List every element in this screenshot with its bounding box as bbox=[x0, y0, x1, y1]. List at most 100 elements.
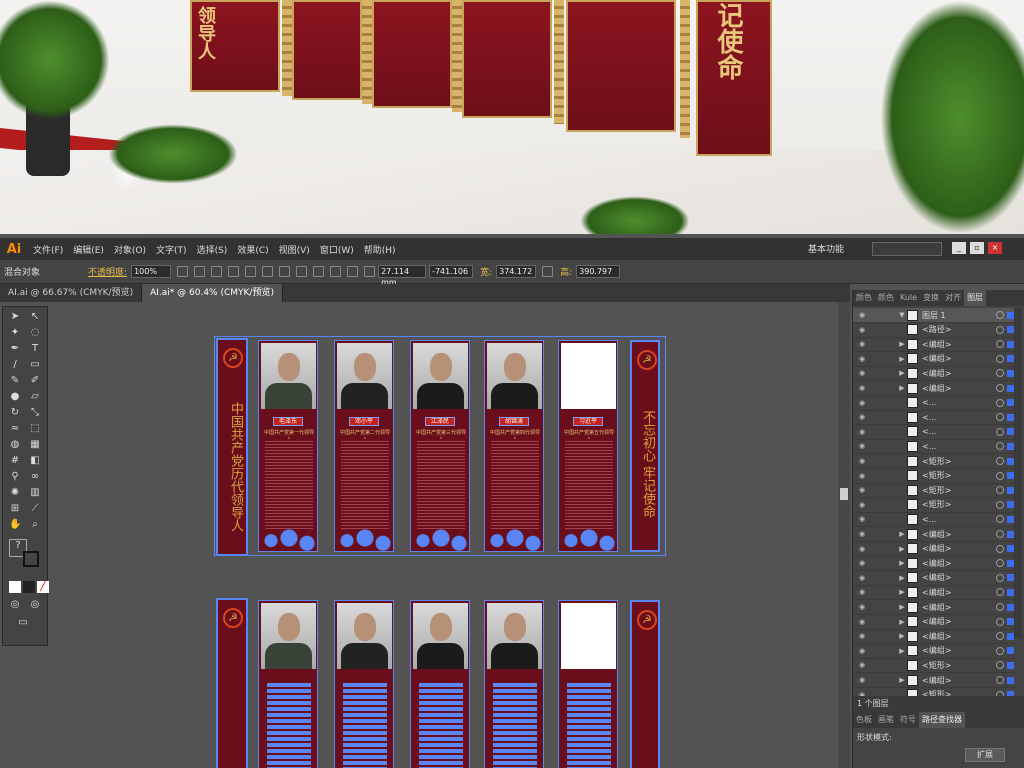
target-circle-icon[interactable] bbox=[996, 573, 1004, 582]
layer-row[interactable]: ◉ <... bbox=[853, 410, 1017, 426]
left-sidebar-outline[interactable]: ☭ bbox=[216, 598, 248, 768]
visibility-eye-icon[interactable]: ◉ bbox=[857, 311, 867, 319]
leader-column-outline-5[interactable] bbox=[558, 600, 618, 768]
expand-triangle-icon[interactable]: ▶ bbox=[897, 618, 907, 626]
selection-square-icon[interactable] bbox=[1007, 340, 1014, 348]
visibility-eye-icon[interactable]: ◉ bbox=[857, 574, 867, 582]
menu-edit[interactable]: 编辑(E) bbox=[68, 243, 109, 256]
visibility-eye-icon[interactable]: ◉ bbox=[857, 369, 867, 377]
target-circle-icon[interactable] bbox=[996, 413, 1004, 422]
target-circle-icon[interactable] bbox=[996, 340, 1004, 349]
eyedropper-icon[interactable]: ⚲ bbox=[9, 471, 21, 483]
lasso-icon[interactable]: ◌ bbox=[29, 327, 41, 339]
target-circle-icon[interactable] bbox=[996, 354, 1004, 363]
visibility-eye-icon[interactable]: ◉ bbox=[857, 530, 867, 538]
visibility-eye-icon[interactable]: ◉ bbox=[857, 413, 867, 421]
align-icon[interactable] bbox=[194, 266, 206, 277]
layer-row[interactable]: ◉ <矩形> bbox=[853, 498, 1017, 513]
target-circle-icon[interactable] bbox=[996, 369, 1004, 378]
graph-tool-icon[interactable]: ▥ bbox=[29, 487, 41, 499]
selection-square-icon[interactable] bbox=[1007, 661, 1014, 669]
layer-row[interactable]: ◉ <矩形> bbox=[853, 483, 1017, 499]
line-tool-icon[interactable]: / bbox=[9, 359, 21, 371]
layer-row[interactable]: ◉ ▶ <编组> bbox=[853, 556, 1017, 572]
warp-tool-icon[interactable]: ≈ bbox=[9, 423, 21, 435]
target-circle-icon[interactable] bbox=[996, 603, 1004, 611]
shape-builder-icon[interactable]: ◍ bbox=[9, 439, 21, 451]
menu-view[interactable]: 视图(V) bbox=[274, 243, 315, 256]
reference-point-icon[interactable] bbox=[364, 266, 376, 277]
selection-square-icon[interactable] bbox=[1007, 530, 1014, 538]
none-swatch-icon[interactable]: ╱ bbox=[37, 581, 49, 593]
w-input[interactable]: 374.172 bbox=[496, 265, 537, 278]
doc-tab-1[interactable]: AI.ai @ 66.67% (CMYK/预览) bbox=[0, 284, 143, 302]
target-circle-icon[interactable] bbox=[996, 646, 1004, 655]
target-circle-icon[interactable] bbox=[996, 588, 1004, 597]
layer-row[interactable]: ◉ ▶ <编组> bbox=[853, 571, 1017, 586]
draw-behind-icon[interactable]: ◎ bbox=[29, 599, 41, 611]
scrollbar-thumb[interactable] bbox=[840, 488, 848, 500]
scale-tool-icon[interactable]: ⤡ bbox=[29, 407, 41, 419]
target-circle-icon[interactable] bbox=[996, 632, 1004, 641]
hand-tool-icon[interactable]: ✋ bbox=[9, 519, 21, 531]
selection-square-icon[interactable] bbox=[1007, 428, 1014, 436]
layer-row[interactable]: ◉ <... bbox=[853, 512, 1017, 528]
visibility-eye-icon[interactable]: ◉ bbox=[857, 340, 867, 348]
target-circle-icon[interactable] bbox=[996, 457, 1004, 465]
selection-square-icon[interactable] bbox=[1007, 369, 1014, 377]
slice-tool-icon[interactable]: ⟋ bbox=[29, 503, 41, 515]
expand-triangle-icon[interactable]: ▶ bbox=[897, 545, 907, 553]
visibility-eye-icon[interactable]: ◉ bbox=[857, 588, 867, 596]
layer-row[interactable]: ◉ ▶ <编组> bbox=[853, 527, 1017, 542]
perspective-grid-icon[interactable]: ▦ bbox=[29, 439, 41, 451]
layer-row[interactable]: ◉ ▶ <编组> bbox=[853, 644, 1017, 659]
expand-triangle-icon[interactable]: ▶ bbox=[897, 676, 907, 684]
layer-row[interactable]: ◉ ▶ <编组> bbox=[853, 337, 1017, 353]
align-bottom-icon[interactable] bbox=[296, 266, 308, 277]
layer-row[interactable]: ◉ <... bbox=[853, 425, 1017, 440]
visibility-eye-icon[interactable]: ◉ bbox=[857, 486, 867, 494]
layer-row[interactable]: ◉ ▶ <编组> bbox=[853, 585, 1017, 601]
selection-square-icon[interactable] bbox=[1007, 545, 1014, 553]
h-input[interactable]: 390.797 bbox=[576, 265, 621, 278]
target-circle-icon[interactable] bbox=[996, 617, 1004, 626]
distribute-v-icon[interactable] bbox=[330, 266, 342, 277]
selection-square-icon[interactable] bbox=[1007, 603, 1014, 611]
right-sidebar-outline[interactable]: ☭ bbox=[630, 600, 660, 768]
menu-select[interactable]: 选择(S) bbox=[192, 243, 233, 256]
menu-type[interactable]: 文字(T) bbox=[151, 243, 192, 256]
search-input[interactable] bbox=[872, 242, 942, 256]
visibility-eye-icon[interactable]: ◉ bbox=[857, 603, 867, 611]
layer-row[interactable]: ◉ ▶ <编组> bbox=[853, 673, 1017, 688]
restore-icon[interactable]: ▫ bbox=[970, 242, 984, 254]
align-top-icon[interactable] bbox=[262, 266, 274, 277]
layer-row[interactable]: ◉ <... bbox=[853, 439, 1017, 455]
leader-column-outline-2[interactable] bbox=[334, 600, 394, 768]
visibility-eye-icon[interactable]: ◉ bbox=[857, 618, 867, 626]
target-circle-icon[interactable] bbox=[996, 311, 1004, 319]
close-icon[interactable]: × bbox=[988, 242, 1002, 254]
magic-wand-icon[interactable]: ✦ bbox=[9, 327, 21, 339]
selection-square-icon[interactable] bbox=[1007, 618, 1014, 626]
target-circle-icon[interactable] bbox=[996, 442, 1004, 451]
visibility-eye-icon[interactable]: ◉ bbox=[857, 384, 867, 392]
layer-row[interactable]: ◉ ▶ <编组> bbox=[853, 542, 1017, 557]
free-transform-icon[interactable]: ⬚ bbox=[29, 423, 41, 435]
tab-symbols[interactable]: 符号 bbox=[897, 712, 919, 728]
visibility-eye-icon[interactable]: ◉ bbox=[857, 647, 867, 655]
selection-square-icon[interactable] bbox=[1007, 676, 1014, 684]
stroke-color-swatch[interactable] bbox=[23, 551, 39, 567]
selection-square-icon[interactable] bbox=[1007, 413, 1014, 421]
selection-square-icon[interactable] bbox=[1007, 384, 1014, 392]
blend-tool-icon[interactable]: ∞ bbox=[29, 471, 41, 483]
recolor-icon[interactable] bbox=[177, 266, 189, 277]
layer-row[interactable]: ◉ <路径> bbox=[853, 323, 1017, 338]
tab-layers[interactable]: 图层 bbox=[964, 290, 987, 306]
visibility-eye-icon[interactable]: ◉ bbox=[857, 442, 867, 450]
visibility-eye-icon[interactable]: ◉ bbox=[857, 355, 867, 363]
visibility-eye-icon[interactable]: ◉ bbox=[857, 515, 867, 523]
screen-mode-icon[interactable]: ▭ bbox=[17, 617, 29, 629]
layer-row[interactable]: ◉ ▶ <编组> bbox=[853, 381, 1017, 396]
link-icon[interactable] bbox=[542, 266, 554, 277]
fill-color-swatch[interactable] bbox=[9, 581, 21, 593]
